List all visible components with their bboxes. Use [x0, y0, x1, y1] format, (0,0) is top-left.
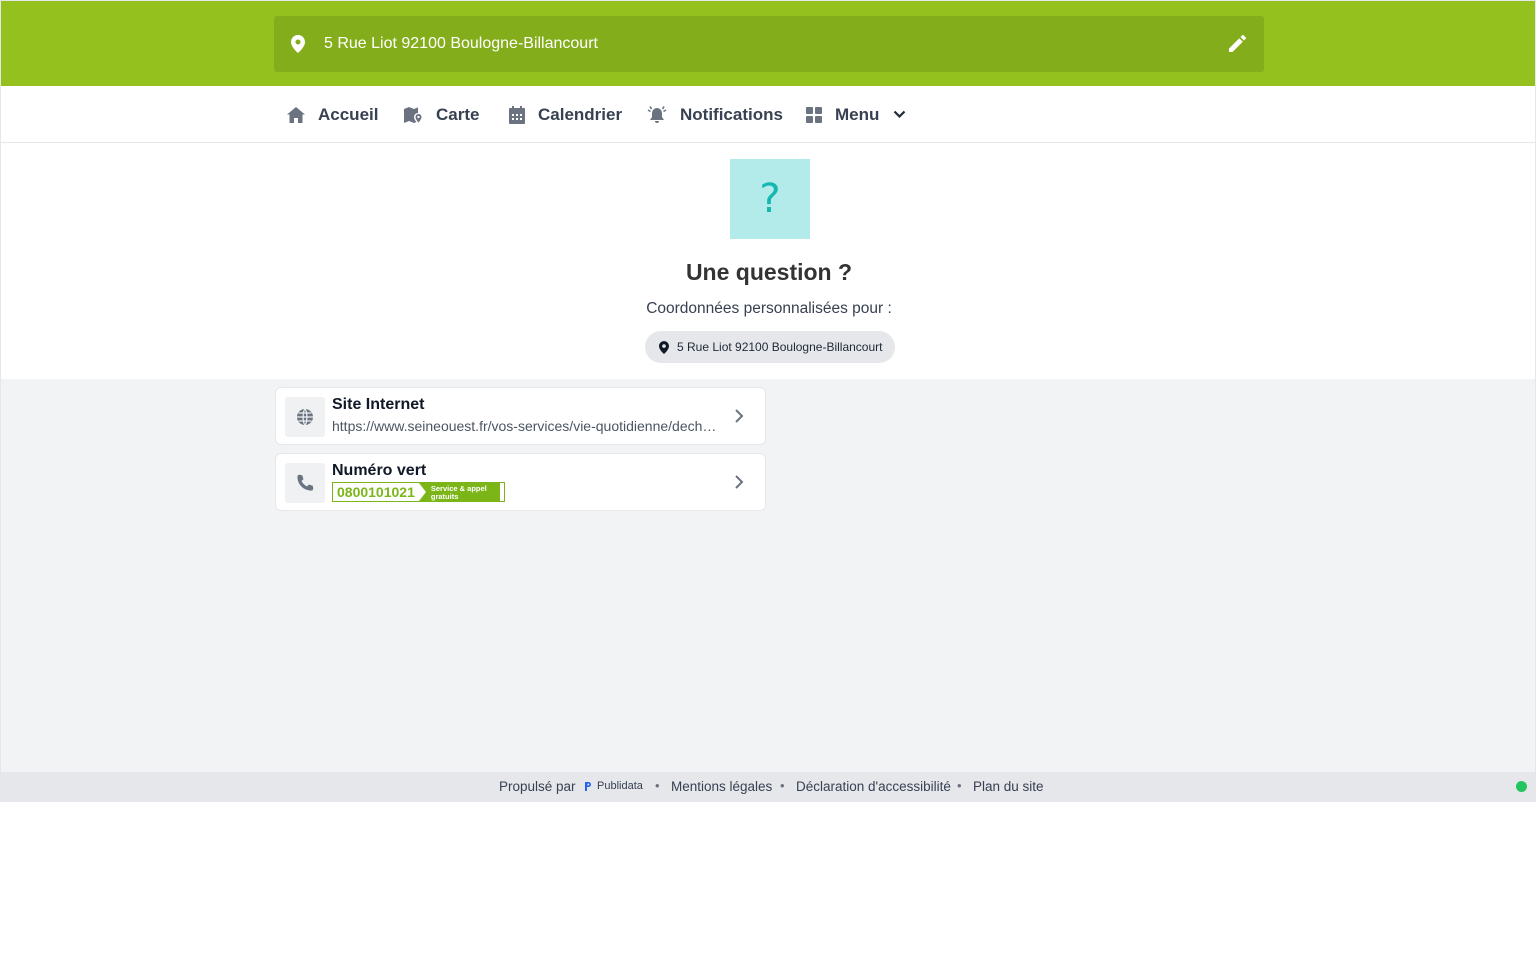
card-title: Numéro vert — [332, 462, 427, 479]
nav-item-carte[interactable]: Carte — [404, 86, 479, 143]
home-icon — [287, 106, 305, 123]
phone-icon — [285, 463, 325, 503]
chevron-right-icon — [735, 475, 744, 489]
address-selector[interactable]: 5 Rue Liot 92100 Boulogne-Billancourt — [274, 16, 1264, 72]
contact-list: Site Internet https://www.seineouest.fr/… — [1, 379, 1535, 772]
question-icon: ? — [730, 159, 810, 239]
nav-label: Notifications — [680, 104, 783, 124]
grid-icon — [806, 106, 822, 123]
nav-item-accueil[interactable]: Accueil — [287, 86, 378, 143]
bell-alert-icon — [647, 105, 667, 123]
nav-item-calendrier[interactable]: Calendrier — [509, 86, 622, 143]
publidata-label: Publidata — [597, 780, 643, 792]
publidata-logo-icon — [585, 781, 591, 791]
map-pin-icon — [404, 106, 422, 123]
nav-label: Accueil — [318, 104, 379, 124]
green-number-badge: 0800101021 Service & appel gratuits — [332, 482, 505, 502]
contact-card-website[interactable]: Site Internet https://www.seineouest.fr/… — [275, 387, 766, 445]
address-chip-label: 5 Rue Liot 92100 Boulogne-Billancourt — [677, 340, 883, 354]
nav-label: Menu — [835, 104, 880, 124]
calendar-icon — [509, 105, 525, 124]
free-service-tag: Service & appel gratuits — [418, 483, 499, 501]
nav-label: Carte — [436, 104, 480, 124]
badge-endcap — [498, 483, 504, 501]
footer-separator: • — [957, 778, 962, 793]
contact-hero: ? Une question ? Coordonnées personnalis… — [1, 143, 1535, 379]
edit-address-icon[interactable] — [1229, 35, 1246, 57]
page-frame: 5 Rue Liot 92100 Boulogne-Billancourt Ac… — [0, 0, 1536, 802]
nav-item-notifications[interactable]: Notifications — [647, 86, 783, 143]
current-address: 5 Rue Liot 92100 Boulogne-Billancourt — [324, 35, 598, 52]
footer-link-mentions-legales[interactable]: Mentions légales — [671, 779, 772, 794]
main-navigation: Accueil Carte Calendrier Notifications M… — [1, 86, 1535, 143]
page-subtitle: Coordonnées personnalisées pour : — [646, 300, 892, 317]
footer: Propulsé par Publidata • Mentions légale… — [1, 772, 1535, 801]
footer-separator: • — [780, 778, 785, 793]
footer-separator: • — [655, 778, 660, 793]
chevron-right-icon — [735, 409, 744, 423]
map-pin-icon — [291, 35, 305, 58]
website-url: https://www.seineouest.fr/vos-services/v… — [332, 418, 722, 434]
phone-number: 0800101021 — [337, 484, 415, 500]
header-bar: 5 Rue Liot 92100 Boulogne-Billancourt — [1, 1, 1535, 86]
footer-link-accessibilite[interactable]: Déclaration d'accessibilité — [796, 779, 951, 794]
publidata-link[interactable]: Publidata — [584, 780, 643, 792]
address-chip: 5 Rue Liot 92100 Boulogne-Billancourt — [645, 331, 895, 363]
status-indicator — [1516, 781, 1527, 792]
powered-by-label: Propulsé par — [499, 779, 576, 794]
card-title: Site Internet — [332, 396, 425, 413]
footer-link-plan-du-site[interactable]: Plan du site — [973, 779, 1044, 794]
map-pin-icon — [659, 340, 669, 354]
nav-label: Calendrier — [538, 104, 623, 124]
globe-icon — [285, 397, 325, 437]
page-title: Une question ? — [685, 259, 853, 285]
chevron-down-icon — [894, 110, 906, 119]
contact-card-phone[interactable]: Numéro vert 0800101021 Service & appel g… — [275, 453, 766, 511]
nav-item-menu[interactable]: Menu — [806, 86, 906, 143]
